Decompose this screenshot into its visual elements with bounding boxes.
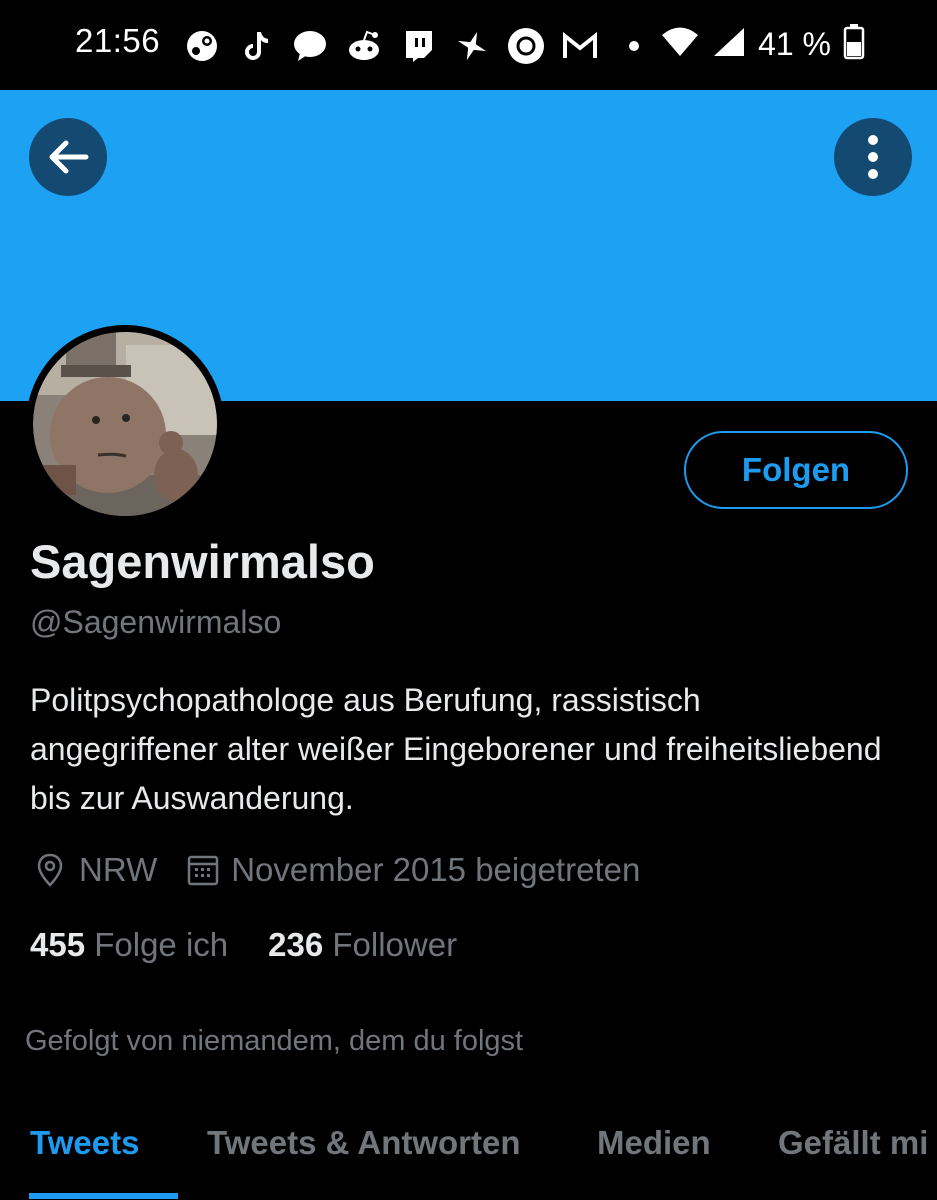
followers-count: 236 bbox=[268, 926, 324, 963]
followers-link[interactable]: 236 Follower bbox=[268, 926, 457, 964]
wifi-icon bbox=[660, 26, 700, 63]
follow-stats: 455 Folge ich 236 Follower bbox=[30, 926, 457, 964]
avatar[interactable] bbox=[26, 325, 224, 523]
twitch-icon bbox=[398, 26, 438, 66]
profile-meta: NRW November 2015 beigetreten bbox=[30, 850, 640, 890]
avatar-image bbox=[33, 332, 217, 516]
steam-icon bbox=[182, 26, 222, 66]
mail-icon bbox=[560, 26, 600, 66]
following-link[interactable]: 455 Folge ich bbox=[30, 926, 228, 964]
display-name: Sagenwirmalso bbox=[30, 535, 375, 588]
calendar-icon bbox=[183, 850, 223, 890]
status-time: 21:56 bbox=[75, 22, 161, 59]
following-count: 455 bbox=[30, 926, 86, 963]
sparkle-icon bbox=[452, 26, 492, 66]
handle: @Sagenwirmalso bbox=[30, 604, 282, 640]
tab-likes[interactable]: Gefällt mi bbox=[778, 1124, 928, 1162]
follow-button[interactable]: Folgen bbox=[684, 431, 908, 509]
tab-tweets[interactable]: Tweets bbox=[30, 1124, 139, 1162]
messages-icon bbox=[290, 26, 330, 66]
joined-date: November 2015 beigetreten bbox=[231, 851, 641, 888]
tiktok-icon bbox=[236, 26, 276, 66]
followers-label: Follower bbox=[332, 926, 458, 963]
status-right: 41 % bbox=[660, 24, 865, 65]
status-bar: 21:56 41 % bbox=[0, 0, 937, 90]
battery-percent: 41 % bbox=[758, 26, 831, 62]
arrow-left-icon bbox=[49, 140, 89, 174]
followed-by-text: Gefolgt von niemandem, dem du folgst bbox=[25, 1025, 524, 1057]
reddit-icon bbox=[344, 26, 384, 66]
more-options-button[interactable] bbox=[834, 118, 912, 196]
back-button[interactable] bbox=[29, 118, 107, 196]
notification-icons bbox=[182, 26, 654, 66]
battery-icon bbox=[843, 24, 865, 65]
tab-media[interactable]: Medien bbox=[597, 1124, 711, 1162]
bio: Politpsychopathologe aus Berufung, rassi… bbox=[30, 682, 882, 816]
tab-tweets-and-replies[interactable]: Tweets & Antworten bbox=[207, 1124, 521, 1162]
dot-icon bbox=[614, 26, 654, 66]
active-tab-indicator bbox=[29, 1193, 178, 1199]
location: NRW bbox=[79, 851, 158, 888]
circle-app-icon bbox=[506, 26, 546, 66]
following-label: Folge ich bbox=[94, 926, 229, 963]
location-pin-icon bbox=[30, 850, 70, 890]
profile-tabs: Tweets Tweets & Antworten Medien Gefällt… bbox=[0, 1100, 937, 1200]
signal-icon bbox=[712, 26, 746, 63]
more-vertical-icon bbox=[868, 135, 878, 179]
